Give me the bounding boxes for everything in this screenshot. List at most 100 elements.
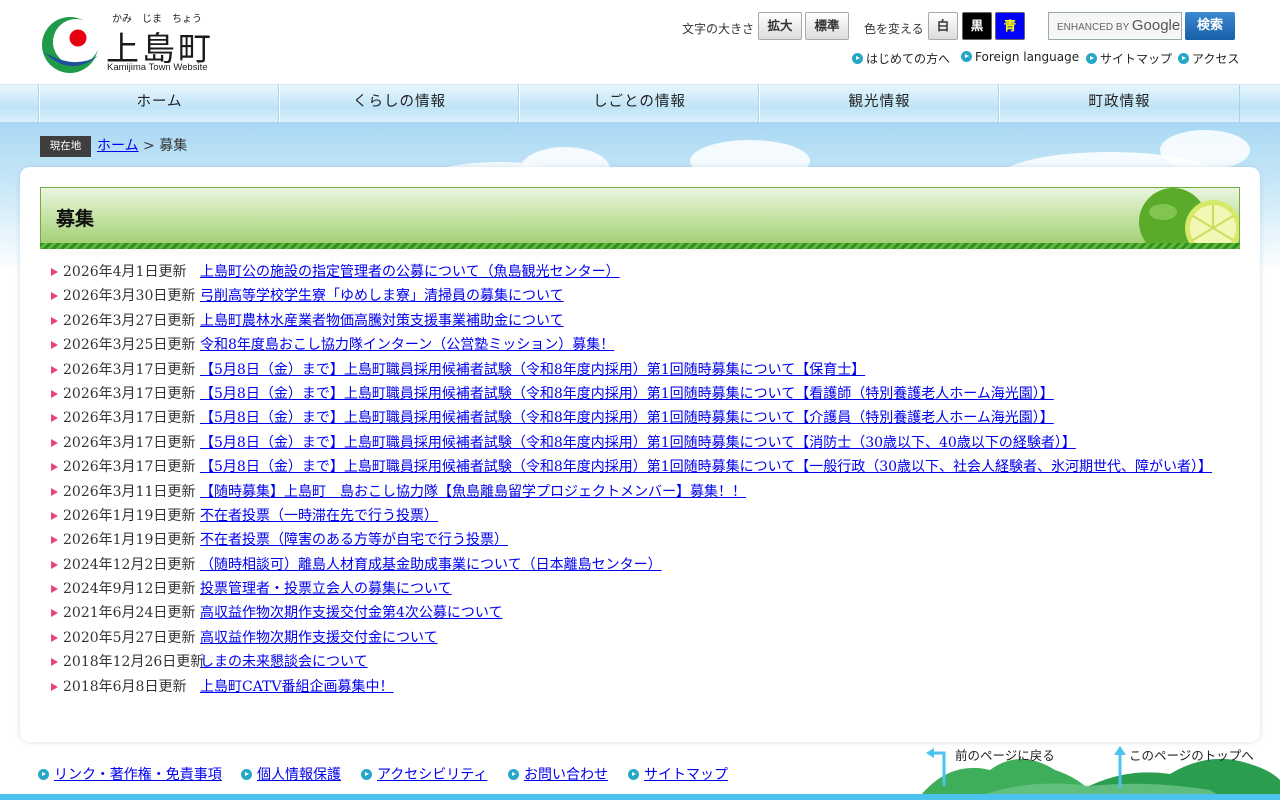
arrow-circle-icon	[628, 769, 639, 780]
news-title-link[interactable]: 高収益作物次期作支援交付金第4次公募について	[200, 603, 503, 623]
back-to-previous-page-link[interactable]: 前のページに戻る	[955, 745, 1055, 764]
news-title-link[interactable]: （随時相談可）離島人材育成基金助成事業について（日本離島センター）	[200, 555, 662, 575]
news-title-link[interactable]: 上島町公の施設の指定管理者の公募について（魚島観光センター）	[200, 262, 620, 282]
news-title-link[interactable]: 不在者投票（障害のある方等が自宅で行う投票）	[200, 530, 508, 550]
sublink-access[interactable]: アクセス	[1178, 50, 1239, 67]
triangle-bullet-icon	[51, 414, 58, 423]
triangle-bullet-icon	[51, 365, 58, 374]
news-title-link[interactable]: 【5月8日（金）まで】上島町職員採用候補者試験（令和8年度内採用）第1回随時募集…	[200, 457, 1212, 477]
list-item: 2024年12月2日更新 （随時相談可）離島人材育成基金助成事業について（日本離島…	[50, 555, 1250, 579]
list-item: 2026年3月27日更新 上島町農林水産業者物価高騰対策支援事業補助金について	[50, 311, 1250, 335]
list-item: 2020年5月27日更新 高収益作物次期作支援交付金について	[50, 628, 1250, 652]
news-title-link[interactable]: 【5月8日（金）まで】上島町職員採用候補者試験（令和8年度内採用）第1回随時募集…	[200, 384, 1054, 404]
update-date: 2026年3月17日更新	[63, 459, 196, 476]
search-enhanced-label: ENHANCED BY	[1057, 22, 1130, 33]
nav-work-info[interactable]: しごとの情報	[519, 85, 759, 123]
list-item: 2018年6月8日更新 上島町CATV番組企画募集中！	[50, 677, 1250, 701]
news-title-link[interactable]: 【随時募集】上島町 島おこし協力隊【魚島離島留学プロジェクトメンバー】募集！！	[200, 482, 746, 502]
sublink-foreign-language[interactable]: Foreign language	[961, 50, 1079, 64]
nav-town-admin-info[interactable]: 町政情報	[999, 85, 1239, 123]
footer-link-legal[interactable]: リンク・著作権・免責事項	[38, 764, 222, 784]
news-title-link[interactable]: 上島町農林水産業者物価高騰対策支援事業補助金について	[200, 311, 564, 331]
footer-link-contact[interactable]: お問い合わせ	[508, 764, 608, 784]
font-size-label: 文字の大きさ	[682, 22, 755, 36]
footer-link-privacy[interactable]: 個人情報保護	[241, 764, 341, 784]
news-title-link[interactable]: 【5月8日（金）まで】上島町職員採用候補者試験（令和8年度内採用）第1回随時募集…	[200, 360, 865, 380]
news-title-link[interactable]: 投票管理者・投票立会人の募集について	[200, 579, 452, 599]
triangle-bullet-icon	[51, 633, 58, 642]
update-date: 2026年3月17日更新	[63, 385, 196, 402]
update-date: 2024年12月2日更新	[63, 556, 196, 573]
triangle-bullet-icon	[51, 316, 58, 325]
triangle-bullet-icon	[51, 341, 58, 350]
update-date: 2018年6月8日更新	[63, 678, 187, 695]
triangle-bullet-icon	[51, 389, 58, 398]
color-change-label: 色を変える	[864, 22, 924, 36]
triangle-bullet-icon	[51, 463, 58, 472]
sublink-beginners[interactable]: はじめての方へ	[852, 50, 950, 67]
news-title-link[interactable]: 弓削高等学校学生寮「ゆめしま寮」清掃員の募集について	[200, 286, 564, 306]
color-white-button[interactable]: 白	[928, 12, 958, 40]
list-item: 2026年1月19日更新 不在者投票（一時滞在先で行う投票）	[50, 506, 1250, 530]
update-date: 2026年3月17日更新	[63, 434, 196, 451]
arrow-circle-icon	[241, 769, 252, 780]
breadcrumb: 現在地 ホーム > 募集	[40, 135, 187, 157]
update-date: 2026年1月19日更新	[63, 507, 196, 524]
footer-bar	[0, 794, 1280, 800]
color-blue-button[interactable]: 青	[995, 12, 1025, 40]
arrow-circle-icon	[38, 769, 49, 780]
site-header: かみ じま ちょう 上島町 Kamijima Town Website 文字の大…	[0, 0, 1280, 84]
footer-link-sitemap[interactable]: サイトマップ	[628, 764, 728, 784]
footer-link-accessibility[interactable]: アクセシビリティ	[361, 764, 487, 784]
update-date: 2026年3月25日更新	[63, 337, 196, 354]
triangle-bullet-icon	[51, 487, 58, 496]
breadcrumb-separator: >	[143, 138, 155, 154]
triangle-bullet-icon	[51, 536, 58, 545]
update-date: 2018年12月26日更新	[63, 654, 205, 671]
update-date: 2024年9月12日更新	[63, 581, 196, 598]
cloud-decoration	[1160, 130, 1250, 170]
nav-tourism-info[interactable]: 観光情報	[759, 85, 999, 123]
list-item: 2026年3月11日更新 【随時募集】上島町 島おこし協力隊【魚島離島留学プロジェ…	[50, 482, 1250, 506]
arrow-circle-icon	[1178, 53, 1189, 64]
breadcrumb-current: 募集	[159, 138, 188, 154]
arrow-circle-icon	[852, 53, 863, 64]
search-button[interactable]: 検索	[1185, 12, 1235, 40]
news-title-link[interactable]: 【5月8日（金）まで】上島町職員採用候補者試験（令和8年度内採用）第1回随時募集…	[200, 433, 1076, 453]
font-standard-button[interactable]: 標準	[805, 12, 849, 40]
list-item: 2026年3月17日更新 【5月8日（金）まで】上島町職員採用候補者試験（令和8年…	[50, 384, 1250, 408]
color-black-button[interactable]: 黒	[962, 12, 992, 40]
list-item: 2026年3月17日更新 【5月8日（金）まで】上島町職員採用候補者試験（令和8年…	[50, 433, 1250, 457]
update-date: 2026年3月17日更新	[63, 410, 196, 427]
search-google-label: Google	[1131, 17, 1181, 34]
nav-home[interactable]: ホーム	[39, 85, 279, 123]
news-title-link[interactable]: しまの未来懇談会について	[200, 652, 368, 672]
sublink-sitemap[interactable]: サイトマップ	[1086, 50, 1172, 67]
arrow-circle-icon	[961, 51, 972, 62]
list-item: 2026年3月17日更新 【5月8日（金）まで】上島町職員採用候補者試験（令和8年…	[50, 408, 1250, 432]
triangle-bullet-icon	[51, 560, 58, 569]
triangle-bullet-icon	[51, 292, 58, 301]
update-date: 2026年3月27日更新	[63, 312, 196, 329]
news-title-link[interactable]: 令和8年度島おこし協力隊インターン（公営塾ミッション）募集！	[200, 335, 614, 355]
triangle-bullet-icon	[51, 682, 58, 691]
search-input[interactable]: ENHANCED BY Google	[1048, 12, 1182, 40]
triangle-bullet-icon	[51, 268, 58, 276]
page-title: 募集	[56, 208, 95, 230]
news-title-link[interactable]: 高収益作物次期作支援交付金について	[200, 628, 438, 648]
news-title-link[interactable]: 不在者投票（一時滞在先で行う投票）	[200, 506, 438, 526]
font-enlarge-button[interactable]: 拡大	[758, 12, 802, 40]
update-date: 2026年3月30日更新	[63, 288, 196, 305]
update-date: 2026年3月11日更新	[63, 483, 196, 500]
news-title-link[interactable]: 上島町CATV番組企画募集中！	[200, 677, 394, 697]
nav-living-info[interactable]: くらしの情報	[279, 85, 519, 123]
triangle-bullet-icon	[51, 658, 58, 667]
list-item: 2021年6月24日更新 高収益作物次期作支援交付金第4次公募について	[50, 603, 1250, 627]
news-title-link[interactable]: 【5月8日（金）まで】上島町職員採用候補者試験（令和8年度内採用）第1回随時募集…	[200, 408, 1054, 428]
page-title-bar: 募集	[40, 187, 1240, 249]
arrow-circle-icon	[508, 769, 519, 780]
arrow-circle-icon	[1086, 53, 1097, 64]
back-to-top-link[interactable]: このページのトップへ	[1129, 745, 1254, 764]
up-arrow-icon	[1114, 746, 1126, 788]
breadcrumb-home-link[interactable]: ホーム	[97, 138, 139, 154]
